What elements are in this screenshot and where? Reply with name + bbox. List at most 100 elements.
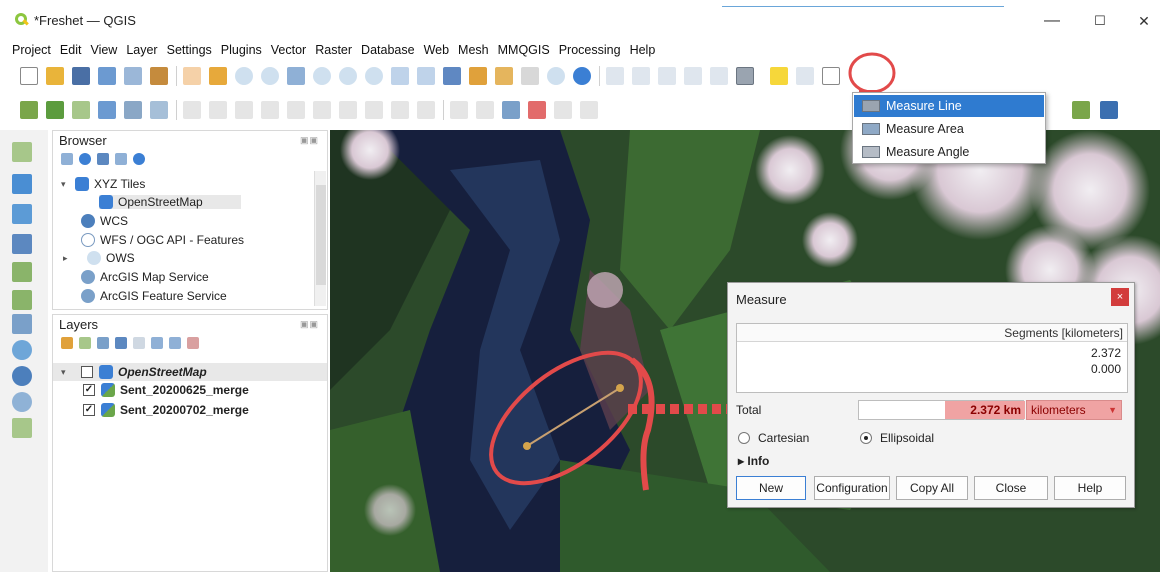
- menu-vector[interactable]: Vector: [271, 40, 306, 60]
- expand-arrow-icon[interactable]: ▾: [61, 367, 69, 378]
- save-edits-icon[interactable]: [209, 101, 227, 119]
- browser-item-arcgis-map[interactable]: ArcGIS Map Service: [81, 270, 209, 284]
- add-wfs-icon[interactable]: [12, 392, 32, 412]
- add-raster-layer-icon[interactable]: [12, 174, 32, 194]
- zoom-layer-icon[interactable]: [339, 67, 357, 85]
- add-vector-layer-icon[interactable]: [46, 101, 64, 119]
- label-pin-icon[interactable]: [476, 101, 494, 119]
- vertex-tool-icon[interactable]: [261, 101, 279, 119]
- statistical-summary-icon[interactable]: [710, 67, 728, 85]
- new-shapefile-icon[interactable]: [72, 101, 90, 119]
- minimize-button[interactable]: —: [1040, 10, 1064, 32]
- close-window-button[interactable]: ✕: [1132, 10, 1156, 32]
- browser-item-ows[interactable]: ▸ OWS: [63, 251, 135, 265]
- new-vector-icon[interactable]: [12, 142, 32, 162]
- label-move-icon[interactable]: [580, 101, 598, 119]
- menu-mmqgis[interactable]: MMQGIS: [498, 40, 550, 60]
- delete-selected-icon[interactable]: [287, 101, 305, 119]
- layer-row-sent-0702[interactable]: ✓ Sent_20200702_merge: [83, 403, 249, 417]
- menu-database[interactable]: Database: [361, 40, 415, 60]
- paste-features-icon[interactable]: [365, 101, 383, 119]
- filter-icon[interactable]: [97, 153, 109, 165]
- maximize-button[interactable]: ☐: [1088, 10, 1112, 32]
- pan-icon[interactable]: [183, 67, 201, 85]
- menu-mesh[interactable]: Mesh: [458, 40, 489, 60]
- menu-layer[interactable]: Layer: [126, 40, 157, 60]
- browser-scrollbar[interactable]: [314, 171, 326, 306]
- browser-item-osm[interactable]: OpenStreetMap: [99, 195, 241, 209]
- cut-features-icon[interactable]: [313, 101, 331, 119]
- add-wms-icon[interactable]: [12, 340, 32, 360]
- radio-cartesian[interactable]: [738, 432, 750, 444]
- remove-layer-icon[interactable]: [187, 337, 199, 349]
- layer-row-sent-0625[interactable]: ✓ Sent_20200625_merge: [83, 383, 249, 397]
- collapse-all-icon[interactable]: [115, 153, 127, 165]
- style-layer-icon[interactable]: [61, 337, 73, 349]
- layer-visibility-checkbox[interactable]: [81, 366, 93, 378]
- zoom-in-icon[interactable]: [235, 67, 253, 85]
- expand-all-icon[interactable]: [151, 337, 163, 349]
- processing-toolbox-icon[interactable]: [684, 67, 702, 85]
- label-show-hide-icon[interactable]: [554, 101, 572, 119]
- menu-project[interactable]: Project: [12, 40, 51, 60]
- identify-icon[interactable]: [606, 67, 624, 85]
- undo-icon[interactable]: [391, 101, 409, 119]
- menu-measure-line[interactable]: Measure Line: [854, 95, 1044, 117]
- zoom-selection-icon[interactable]: [313, 67, 331, 85]
- new-temporary-layer-icon[interactable]: [12, 418, 32, 438]
- add-spatialite-icon[interactable]: [12, 290, 32, 310]
- add-group-icon[interactable]: [79, 337, 91, 349]
- add-geopackage-icon[interactable]: [12, 262, 32, 282]
- radio-ellipsoidal[interactable]: [860, 432, 872, 444]
- add-feature-icon[interactable]: [235, 101, 253, 119]
- menu-edit[interactable]: Edit: [60, 40, 82, 60]
- zoom-next-icon[interactable]: [417, 67, 435, 85]
- layer-visibility-checkbox[interactable]: ✓: [83, 404, 95, 416]
- temporal-controller-icon[interactable]: [495, 67, 513, 85]
- browser-item-arcgis-feature[interactable]: ArcGIS Feature Service: [81, 289, 227, 303]
- add-selected-layers-icon[interactable]: [61, 153, 73, 165]
- new-project-icon[interactable]: [20, 67, 38, 85]
- zoom-full-icon[interactable]: [287, 67, 305, 85]
- menu-web[interactable]: Web: [424, 40, 449, 60]
- georeferencer-icon[interactable]: [1072, 101, 1090, 119]
- new-bookmark-icon[interactable]: [796, 67, 814, 85]
- cartesian-option[interactable]: Cartesian: [738, 431, 809, 445]
- segments-table[interactable]: Segments [kilometers] 2.372 0.000: [736, 323, 1128, 393]
- measure-line-tool-icon[interactable]: [736, 67, 754, 85]
- new-3d-map-icon[interactable]: [469, 67, 487, 85]
- total-field[interactable]: 2.372 km: [858, 400, 1025, 420]
- clock-icon[interactable]: [547, 67, 565, 85]
- info-toggle[interactable]: ▸ Info: [738, 454, 769, 468]
- bookmark-icon[interactable]: [521, 67, 539, 85]
- filter-expression-icon[interactable]: [133, 337, 145, 349]
- layer-visibility-checkbox[interactable]: ✓: [83, 384, 95, 396]
- zoom-out-icon[interactable]: [261, 67, 279, 85]
- edit-layer-icon[interactable]: [98, 101, 116, 119]
- refresh-icon[interactable]: [573, 67, 591, 85]
- zoom-last-icon[interactable]: [391, 67, 409, 85]
- zoom-native-icon[interactable]: [365, 67, 383, 85]
- text-annotation-icon[interactable]: [822, 67, 840, 85]
- pan-to-selection-icon[interactable]: [209, 67, 227, 85]
- layout-manager-icon[interactable]: [124, 67, 142, 85]
- ellipsoidal-option[interactable]: Ellipsoidal: [860, 431, 934, 445]
- copy-features-icon[interactable]: [339, 101, 357, 119]
- add-mesh-layer-icon[interactable]: [12, 204, 32, 224]
- field-calculator-icon[interactable]: [658, 67, 676, 85]
- browser-item-wfs[interactable]: WFS / OGC API - Features: [81, 233, 244, 247]
- menu-measure-area[interactable]: Measure Area: [854, 118, 1044, 140]
- close-button[interactable]: Close: [974, 476, 1048, 500]
- map-tips-icon[interactable]: [770, 67, 788, 85]
- menu-view[interactable]: View: [90, 40, 117, 60]
- label-change-icon[interactable]: [528, 101, 546, 119]
- menu-processing[interactable]: Processing: [559, 40, 621, 60]
- dialog-close-button[interactable]: ×: [1111, 288, 1129, 306]
- unit-select[interactable]: kilometers ▼: [1026, 400, 1122, 420]
- new-button[interactable]: New: [736, 476, 806, 500]
- manage-themes-icon[interactable]: [97, 337, 109, 349]
- panel-dock-icons[interactable]: ▣▣: [300, 135, 319, 146]
- browser-item-xyz[interactable]: ▾ XYZ Tiles: [61, 177, 145, 191]
- panel-dock-icons[interactable]: ▣▣: [300, 319, 319, 330]
- configuration-button[interactable]: Configuration: [814, 476, 890, 500]
